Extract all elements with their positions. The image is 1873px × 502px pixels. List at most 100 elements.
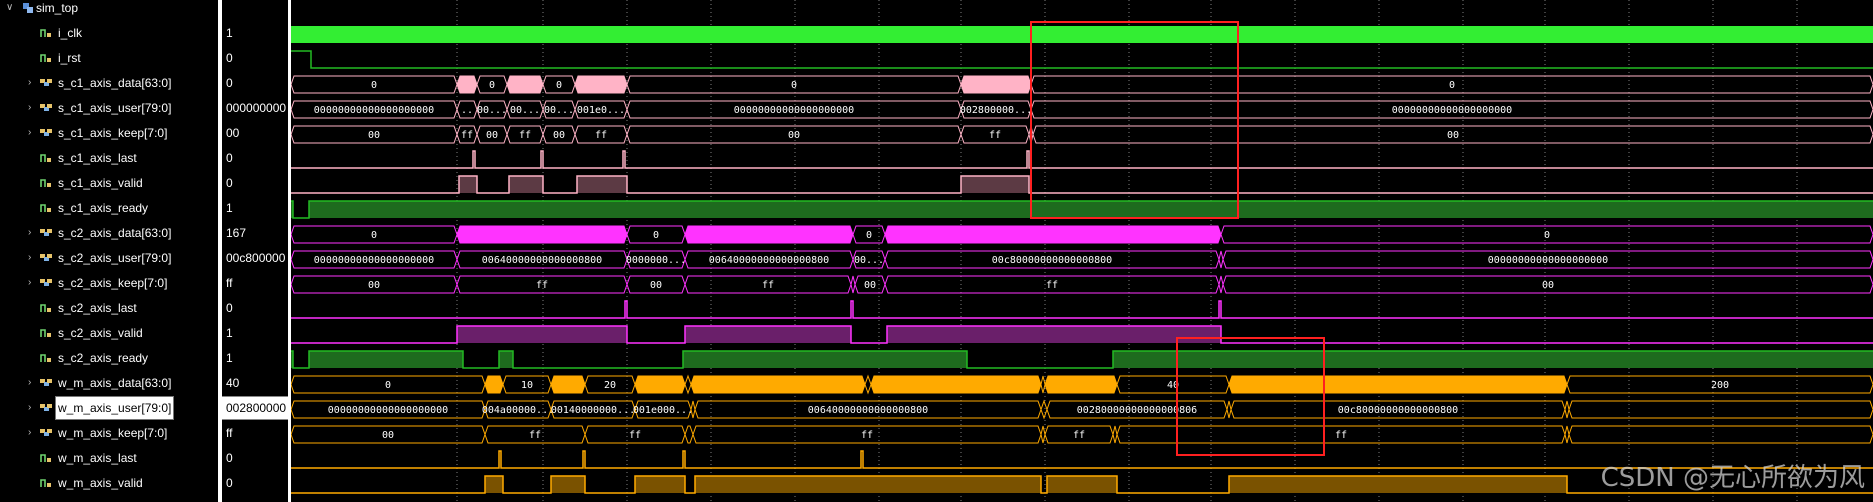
signal-value: 1 [226, 201, 233, 215]
chevron-right-icon[interactable]: › [28, 272, 36, 294]
bus-value-label: 00 [864, 280, 876, 291]
bus-value-label: 001e0... [577, 105, 625, 116]
bus-value-label: 00 [368, 130, 380, 141]
chevron-right-icon[interactable]: › [28, 72, 36, 94]
bus-value-label: 00000000000000000000 [734, 105, 854, 116]
bus-segment [1044, 375, 1118, 394]
signal-name: s_c1_axis_user[79:0] [58, 101, 172, 115]
bus-value-label: 00 [1542, 280, 1554, 291]
bus-segment [864, 374, 872, 395]
chevron-right-icon[interactable]: › [28, 397, 36, 419]
signal-name: s_c1_axis_data[63:0] [58, 76, 172, 90]
high-pulse [309, 201, 1873, 218]
chevron-right-icon[interactable]: › [28, 97, 36, 119]
bus-value-label: 0 [371, 80, 377, 91]
chevron-down-icon[interactable]: ∨ [6, 0, 14, 19]
bus-value-label: 20 [604, 380, 616, 391]
signal-value: 0 [226, 51, 233, 65]
signal-name: w_m_axis_valid [58, 476, 143, 490]
signal-value: 0 [226, 451, 233, 465]
bus-segment [1040, 375, 1046, 394]
bus-segment [1228, 375, 1568, 394]
bus-segment [1564, 400, 1570, 419]
chevron-right-icon[interactable]: › [28, 222, 36, 244]
high-pulse [1229, 476, 1567, 493]
signal-name: i_clk [58, 26, 83, 40]
chevron-right-icon[interactable]: › [28, 122, 36, 144]
chevron-right-icon[interactable]: › [28, 247, 36, 269]
bus-value-label: 200 [1711, 380, 1729, 391]
bus-value-label: 00 [650, 280, 662, 291]
bus-value-label: ff [536, 280, 548, 291]
bus-value-label: 00... [477, 105, 507, 116]
high-pulse [685, 326, 851, 343]
signal-name-panel: ∨ sim_top i_clk i_rst › s_c1_axis_data[63:0… [0, 0, 218, 502]
scope-label: sim_top [36, 1, 79, 15]
bus-value-label: ff [461, 130, 473, 141]
bus-value-label: 00 [368, 280, 380, 291]
signal-value: 000000000 [226, 101, 287, 115]
signal-name: w_m_axis_last [58, 451, 137, 465]
bus-segment [1568, 400, 1873, 419]
signal-value: ff [226, 276, 233, 290]
bus-segment [1218, 275, 1224, 294]
bus-value-label: ff [762, 280, 774, 291]
signal-name: s_c1_axis_ready [58, 201, 149, 215]
module-icon [23, 3, 33, 13]
bus-segment [574, 75, 628, 94]
waveform-panel[interactable]: 0 0 0 0 0 00000000000000000000.. 00... 00... 00.… [291, 0, 1873, 502]
bus-value-label: 0 [866, 230, 872, 241]
bus-segment [684, 425, 694, 444]
bus-value-label: 0 [653, 230, 659, 241]
signal-value: 40 [226, 376, 240, 390]
bus-value-label: 00640000000000000800 [709, 255, 829, 266]
bus-segment [506, 75, 544, 94]
bus-value-label: 0 [556, 80, 562, 91]
signal-value: 0 [226, 301, 233, 315]
signal-value: 002800000 [222, 396, 288, 420]
watermark-text: CSDN @无心所欲为风 [1600, 463, 1865, 493]
bus-value-label: 0 [489, 80, 495, 91]
bus-value-label: 0 [385, 380, 391, 391]
bus-value-label: 00c80000000000000800 [1338, 405, 1458, 416]
bus-segment [1564, 425, 1570, 444]
bus-segment [456, 225, 628, 244]
signal-name: s_c1_axis_last [58, 151, 137, 165]
bus-value-label: 00000000000000000000 [328, 405, 448, 416]
bus-segment [550, 375, 586, 394]
signal-value: 00c800000 [226, 251, 286, 265]
bus-value-label: 00c80000000000000800 [992, 255, 1112, 266]
chevron-right-icon[interactable]: › [28, 372, 36, 394]
bus-value-label: 00280000000000000806 [1077, 405, 1197, 416]
high-pulse [459, 176, 477, 193]
bit-waveform [291, 50, 1873, 69]
bus-value-label: 00000000000000000000 [314, 255, 434, 266]
bit-signal-icon [40, 179, 51, 187]
high-pulse [509, 176, 543, 193]
bit-signal-icon [40, 329, 51, 337]
signal-value: 0 [226, 76, 233, 90]
bus-value-label: 00000000000000000000 [1392, 105, 1512, 116]
bus-segment [850, 275, 856, 294]
bus-value-label: 00640000000000000800 [482, 255, 602, 266]
high-pulse [695, 476, 1041, 493]
high-pulse [1113, 351, 1873, 368]
high-pulse [485, 476, 503, 493]
signal-name: s_c2_axis_ready [58, 351, 149, 365]
signal-value: 00 [226, 126, 240, 140]
signal-name: s_c2_axis_last [58, 301, 137, 315]
bus-value-label: 00000000000000000000 [1488, 255, 1608, 266]
bus-segment [484, 375, 504, 394]
bus-value-label: 0 [1449, 80, 1455, 91]
bus-value-label: 0000000... [626, 255, 686, 266]
bus-segment [634, 375, 686, 394]
bit-waveform [291, 300, 1873, 319]
chevron-right-icon[interactable]: › [28, 422, 36, 444]
bus-signal-icon [40, 104, 52, 111]
bus-value-label: ff [519, 130, 531, 141]
signal-name: w_m_axis_user[79:0] [54, 396, 175, 420]
high-pulse [683, 351, 967, 368]
bus-signal-icon [40, 279, 52, 286]
bus-signal-icon [40, 404, 52, 411]
bit-signal-icon [40, 54, 51, 62]
